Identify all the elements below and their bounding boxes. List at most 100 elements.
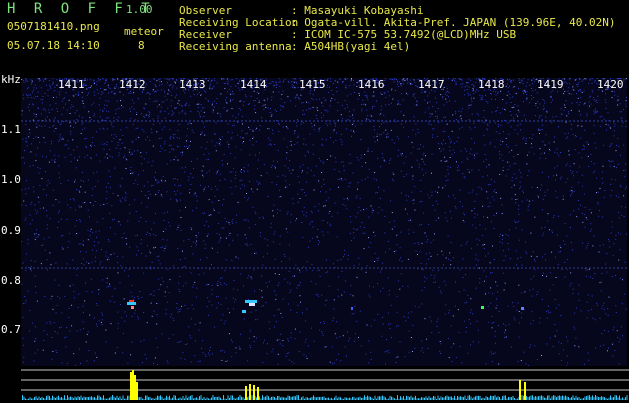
noise-dot (127, 363, 128, 364)
noise-dot (374, 178, 375, 179)
noise-dot (335, 140, 336, 141)
noise-dot (304, 207, 305, 208)
noise-dot (167, 93, 168, 94)
noise-dot (226, 260, 227, 261)
noise-dot (94, 360, 95, 361)
signal-bar (166, 396, 167, 400)
noise-dot (34, 113, 35, 114)
noise-dot (360, 210, 361, 211)
noise-dot (126, 127, 127, 128)
noise-dot (575, 338, 576, 339)
noise-dot (397, 81, 398, 82)
noise-dot (486, 191, 487, 192)
noise-dot (224, 352, 225, 353)
noise-dot (352, 115, 353, 116)
noise-dot (185, 104, 186, 105)
noise-dot (480, 224, 481, 225)
noise-dot (467, 295, 468, 296)
noise-dot (597, 111, 598, 112)
noise-dot (267, 286, 268, 287)
noise-dot (570, 195, 571, 196)
noise-dot (280, 236, 281, 237)
noise-dot (523, 93, 524, 94)
noise-dot (351, 136, 352, 137)
noise-dot (537, 107, 538, 108)
noise-dot (554, 215, 555, 216)
noise-dot (108, 93, 109, 94)
noise-dot (543, 109, 544, 110)
noise-dot (93, 205, 94, 206)
noise-dot (232, 240, 233, 241)
noise-dot (300, 332, 301, 333)
noise-dot (289, 360, 290, 361)
noise-dot (190, 141, 191, 142)
noise-dot (334, 123, 335, 124)
noise-dot (301, 122, 302, 123)
noise-dot (372, 120, 373, 121)
noise-dot (141, 243, 142, 244)
noise-dot (135, 119, 136, 120)
noise-dot (311, 211, 312, 212)
noise-dot (608, 239, 609, 240)
noise-dot (590, 78, 591, 79)
noise-dot (317, 107, 318, 108)
noise-dot (57, 333, 58, 334)
noise-dot (240, 334, 241, 335)
noise-dot (70, 113, 71, 114)
noise-dot (527, 155, 528, 156)
noise-dot (76, 233, 77, 234)
noise-dot (443, 140, 444, 141)
noise-dot (165, 111, 166, 112)
axis-unit-label: kHz (1, 73, 21, 86)
noise-dot (228, 144, 229, 145)
noise-dot (228, 222, 229, 223)
noise-dot (75, 112, 76, 113)
noise-dot (419, 225, 420, 226)
noise-dot (160, 151, 161, 152)
noise-dot (31, 97, 32, 98)
noise-dot (133, 103, 134, 104)
noise-dot (203, 176, 204, 177)
noise-dot (79, 192, 80, 193)
noise-dot (358, 337, 359, 338)
noise-dot (414, 186, 415, 187)
noise-dot (61, 139, 62, 140)
noise-dot (167, 163, 168, 164)
noise-dot (361, 110, 362, 111)
noise-dot (344, 250, 345, 251)
noise-dot (519, 337, 520, 338)
noise-dot (443, 149, 444, 150)
noise-dot (288, 212, 289, 213)
noise-dot (369, 169, 370, 170)
noise-dot (455, 282, 456, 283)
noise-dot (324, 184, 325, 185)
noise-dot (23, 345, 24, 346)
noise-dot (97, 222, 98, 223)
signal-bar (552, 396, 553, 400)
noise-dot (340, 139, 341, 140)
noise-dot (607, 308, 608, 309)
noise-dot (312, 126, 313, 127)
noise-dot (228, 132, 229, 133)
noise-dot (208, 233, 209, 234)
noise-dot (298, 176, 299, 177)
noise-dot (581, 310, 582, 311)
noise-dot (366, 119, 367, 120)
noise-dot (224, 270, 225, 271)
noise-dot (161, 148, 162, 149)
noise-dot (606, 124, 607, 125)
noise-dot (306, 270, 307, 271)
noise-dot (619, 341, 620, 342)
noise-dot (464, 290, 465, 291)
noise-dot (231, 137, 232, 138)
signal-bar (289, 396, 290, 400)
noise-dot (70, 131, 71, 132)
noise-dot (262, 265, 263, 266)
noise-dot (138, 298, 139, 299)
noise-dot (459, 291, 460, 292)
noise-dot (400, 257, 401, 258)
noise-dot (351, 240, 352, 241)
noise-dot (41, 99, 42, 100)
noise-dot (73, 285, 74, 286)
noise-dot (274, 234, 275, 235)
